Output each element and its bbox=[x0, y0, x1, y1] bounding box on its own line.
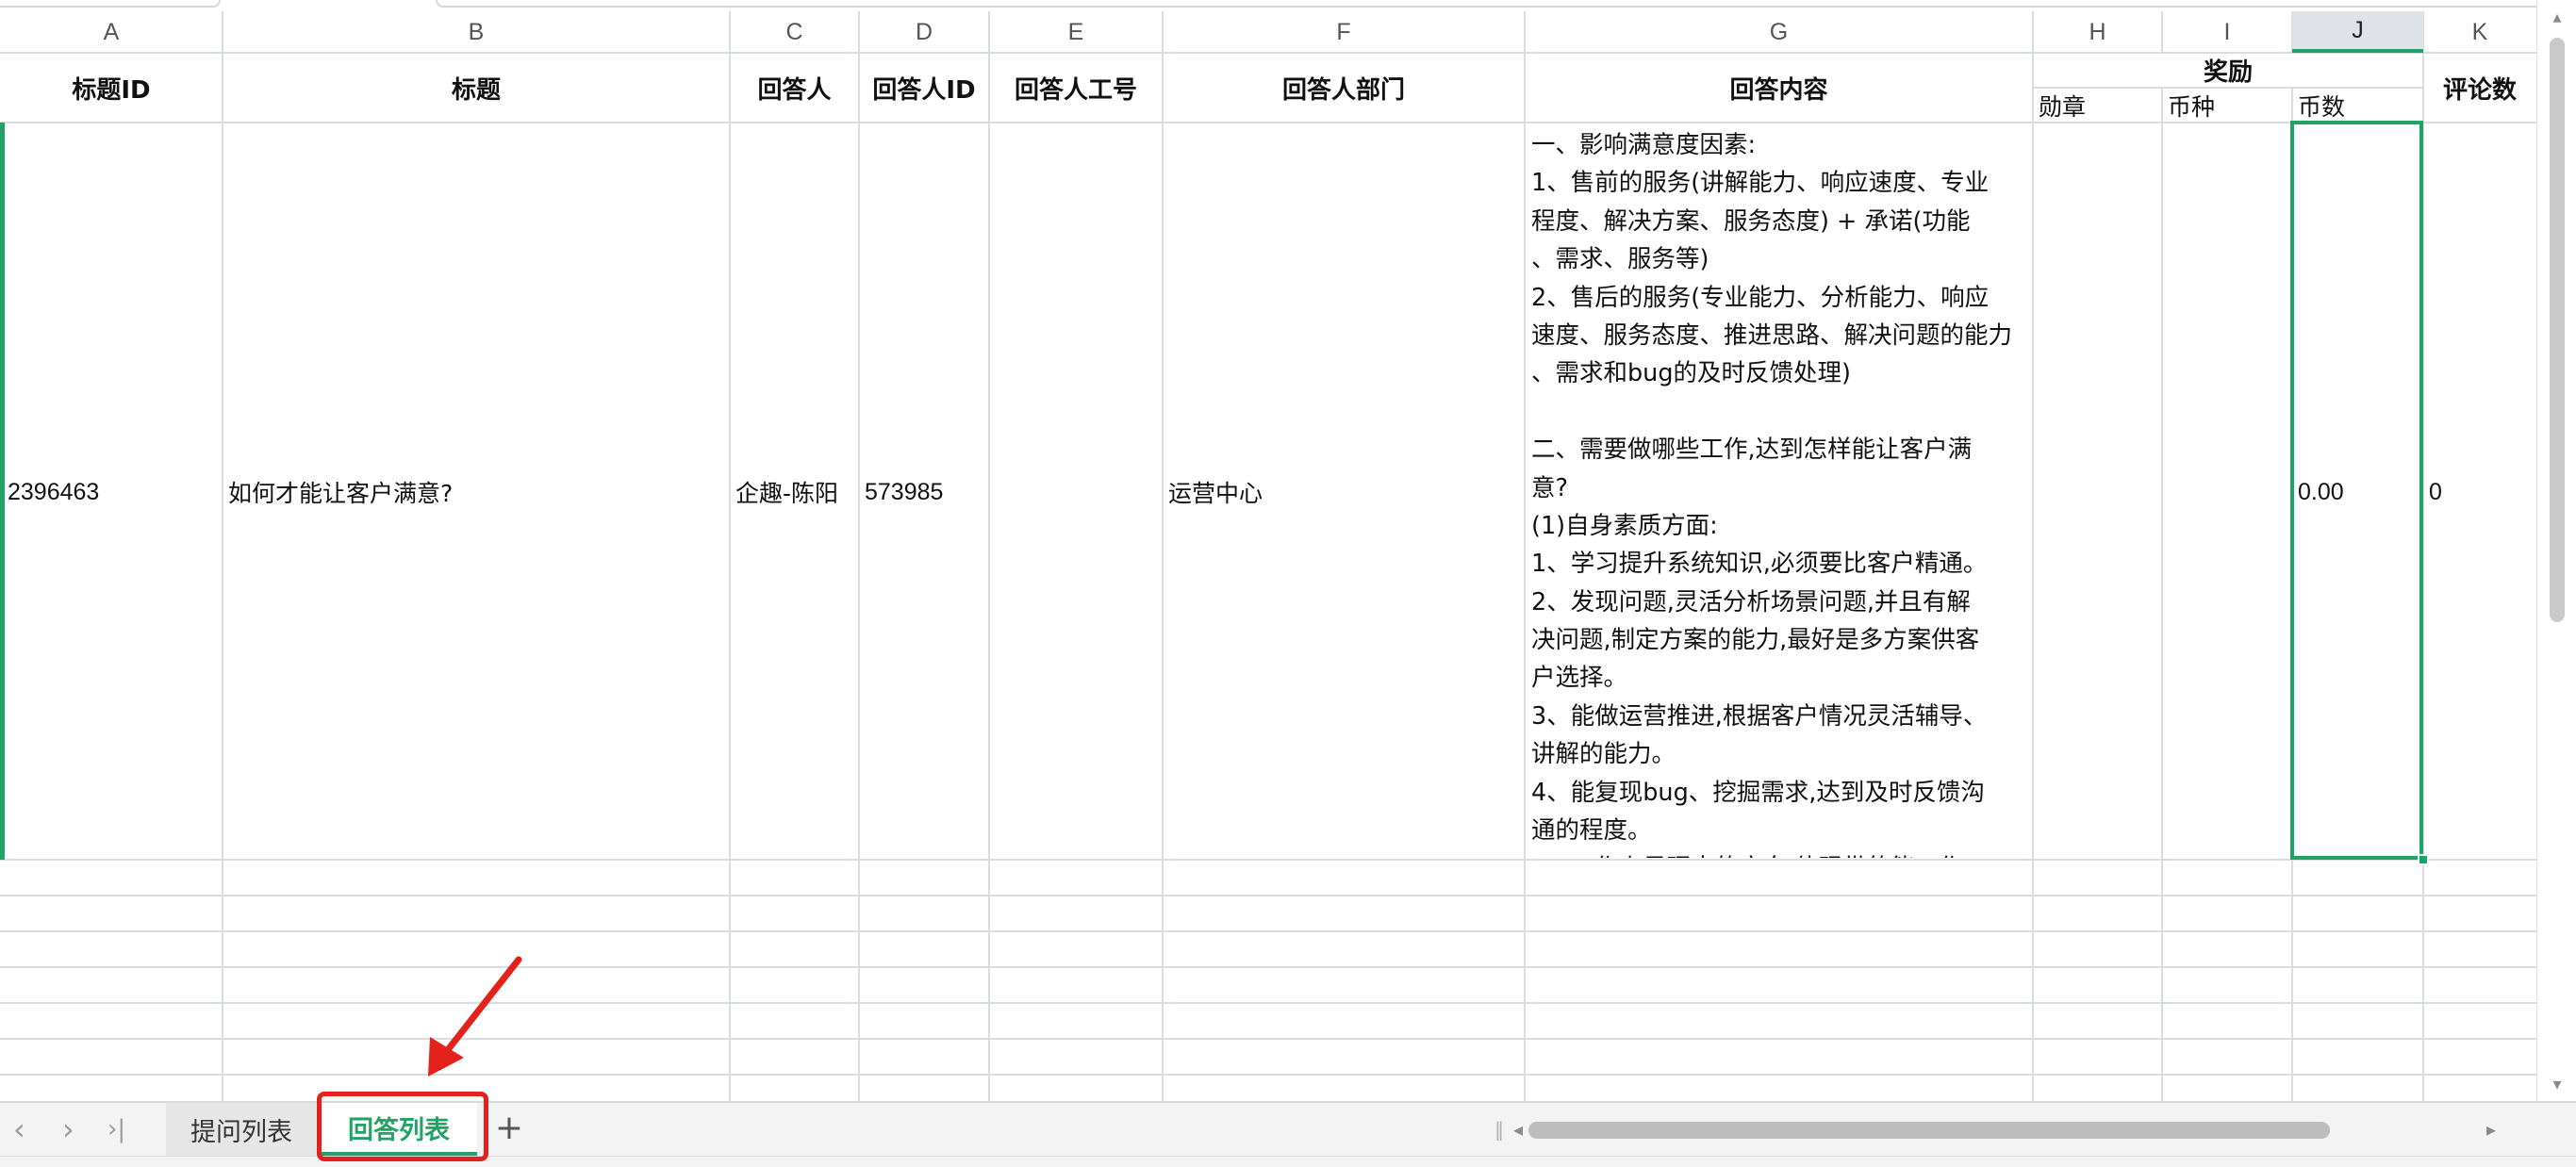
header-reward-medal[interactable]: 勋章 bbox=[2033, 88, 2162, 123]
last-sheet-icon[interactable]: ›| bbox=[107, 1109, 125, 1150]
cell-reward-medal[interactable] bbox=[2033, 124, 2162, 860]
header-answerer-id[interactable]: 回答人ID bbox=[859, 53, 989, 123]
spreadsheet-grid: A B C D E F G H I J K 标题ID 标题 回答人 回答人ID … bbox=[0, 0, 2576, 1101]
column-header-i[interactable]: I bbox=[2162, 11, 2292, 53]
chevron-right-icon[interactable]: › bbox=[62, 1109, 74, 1150]
column-header-f[interactable]: F bbox=[1163, 11, 1525, 53]
header-answerer-dept[interactable]: 回答人部门 bbox=[1163, 53, 1525, 123]
horizontal-scrollbar[interactable]: ‖ ◂ ▸ bbox=[1494, 1116, 2513, 1142]
answer-line: 2、发现问题,灵活分析场景问题,并且有解 bbox=[1531, 587, 1971, 616]
answer-line: 速度、服务态度、推进思路、解决问题的能力 bbox=[1531, 321, 2013, 350]
answer-line: (1)自身素质方面: bbox=[1531, 511, 1718, 540]
answer-line bbox=[1531, 393, 2025, 431]
cell-answerer-staff-no[interactable] bbox=[989, 124, 1163, 860]
column-header-h[interactable]: H bbox=[2033, 11, 2162, 53]
answer-line: 、需求和bug的及时反馈处理) bbox=[1531, 359, 1851, 388]
vertical-scrollbar[interactable]: ▴ ▾ bbox=[2536, 0, 2576, 1101]
answer-line: 4、能复现bug、挖掘需求,达到及时反馈沟 bbox=[1531, 778, 1985, 807]
scroll-right-icon[interactable]: ▸ bbox=[2486, 1116, 2496, 1142]
answer-line: 5、工作上是理中的方向,体现带的能工作 bbox=[1531, 849, 2025, 858]
cell-title[interactable]: 如何才能让客户满意? bbox=[223, 124, 730, 860]
column-header-a[interactable]: A bbox=[0, 11, 223, 53]
answer-line: 1、学习提升系统知识,必须要比客户精通。 bbox=[1531, 550, 1988, 579]
header-reward-currency[interactable]: 币种 bbox=[2162, 88, 2292, 123]
header-answerer-staff-no[interactable]: 回答人工号 bbox=[989, 53, 1163, 123]
selected-cell-outline bbox=[2290, 121, 2423, 860]
header-title[interactable]: 标题 bbox=[223, 53, 730, 123]
fill-handle[interactable] bbox=[2418, 854, 2429, 865]
horizontal-scroll-thumb[interactable] bbox=[1528, 1122, 2330, 1139]
answer-line: 决问题,制定方案的能力,最好是多方案供客 bbox=[1531, 626, 1980, 655]
answer-line: 意? bbox=[1531, 473, 1569, 502]
column-header-g[interactable]: G bbox=[1525, 11, 2033, 53]
scroll-up-icon[interactable]: ▴ bbox=[2547, 8, 2568, 28]
column-header-j[interactable]: J bbox=[2292, 11, 2423, 53]
answer-line: 户选择。 bbox=[1531, 664, 1628, 693]
annotation-arrow-icon bbox=[428, 956, 522, 1077]
scroll-down-icon[interactable]: ▾ bbox=[2547, 1075, 2568, 1095]
answer-line: 2、售后的服务(专业能力、分析能力、响应 bbox=[1531, 283, 1990, 312]
header-answerer[interactable]: 回答人 bbox=[730, 53, 859, 123]
header-reward-amount[interactable]: 币数 bbox=[2292, 88, 2423, 123]
column-header-c[interactable]: C bbox=[730, 11, 859, 53]
vertical-scroll-thumb[interactable] bbox=[2550, 38, 2565, 622]
answer-line: 3、能做运营推进,根据客户情况灵活辅导、 bbox=[1531, 701, 1988, 731]
cell-reward-currency[interactable] bbox=[2162, 124, 2292, 860]
header-comment-count[interactable]: 评论数 bbox=[2423, 53, 2536, 123]
answer-line: 讲解的能力。 bbox=[1531, 740, 1676, 769]
scroll-left-icon[interactable]: ◂ bbox=[1513, 1116, 1523, 1142]
column-header-b[interactable]: B bbox=[223, 11, 730, 53]
header-answer-content[interactable]: 回答内容 bbox=[1525, 53, 2033, 123]
header-reward-group[interactable]: 奖励 bbox=[2033, 53, 2423, 88]
cell-comment-count[interactable]: 0 bbox=[2423, 124, 2536, 860]
chevron-left-icon[interactable]: ‹ bbox=[13, 1109, 25, 1150]
answer-line: 程度、解决方案、服务态度) + 承诺(功能 bbox=[1531, 206, 1971, 236]
column-header-d[interactable]: D bbox=[859, 11, 989, 53]
column-header-k[interactable]: K bbox=[2423, 11, 2536, 53]
scroll-split-icon: ‖ bbox=[1494, 1118, 1504, 1141]
cell-title-id[interactable]: 2396463 bbox=[2, 124, 223, 860]
annotation-highlight-box bbox=[317, 1092, 488, 1161]
cell-answer-content[interactable]: 一、影响满意度因素: 1、售前的服务(讲解能力、响应速度、专业 程度、解决方案、… bbox=[1526, 126, 2031, 858]
cell-answerer-id[interactable]: 573985 bbox=[859, 124, 989, 860]
plus-icon[interactable]: + bbox=[490, 1105, 528, 1154]
answer-line: 一、影响满意度因素: bbox=[1531, 131, 1757, 159]
column-header-e[interactable]: E bbox=[989, 11, 1163, 53]
answer-line: 、需求、服务等) bbox=[1531, 245, 1709, 274]
answer-line: 通的程度。 bbox=[1531, 816, 1652, 846]
answer-line: 二、需要做哪些工作,达到怎样能让客户满 bbox=[1531, 436, 1973, 465]
sheet-tab-questions[interactable]: 提问列表 bbox=[166, 1103, 317, 1156]
answer-line: 1、售前的服务(讲解能力、响应速度、专业 bbox=[1531, 169, 1990, 198]
cell-answerer[interactable]: 企趣-陈阳 bbox=[730, 124, 859, 860]
header-title-id[interactable]: 标题ID bbox=[0, 53, 223, 123]
cell-answerer-dept[interactable]: 运营中心 bbox=[1163, 124, 1525, 860]
